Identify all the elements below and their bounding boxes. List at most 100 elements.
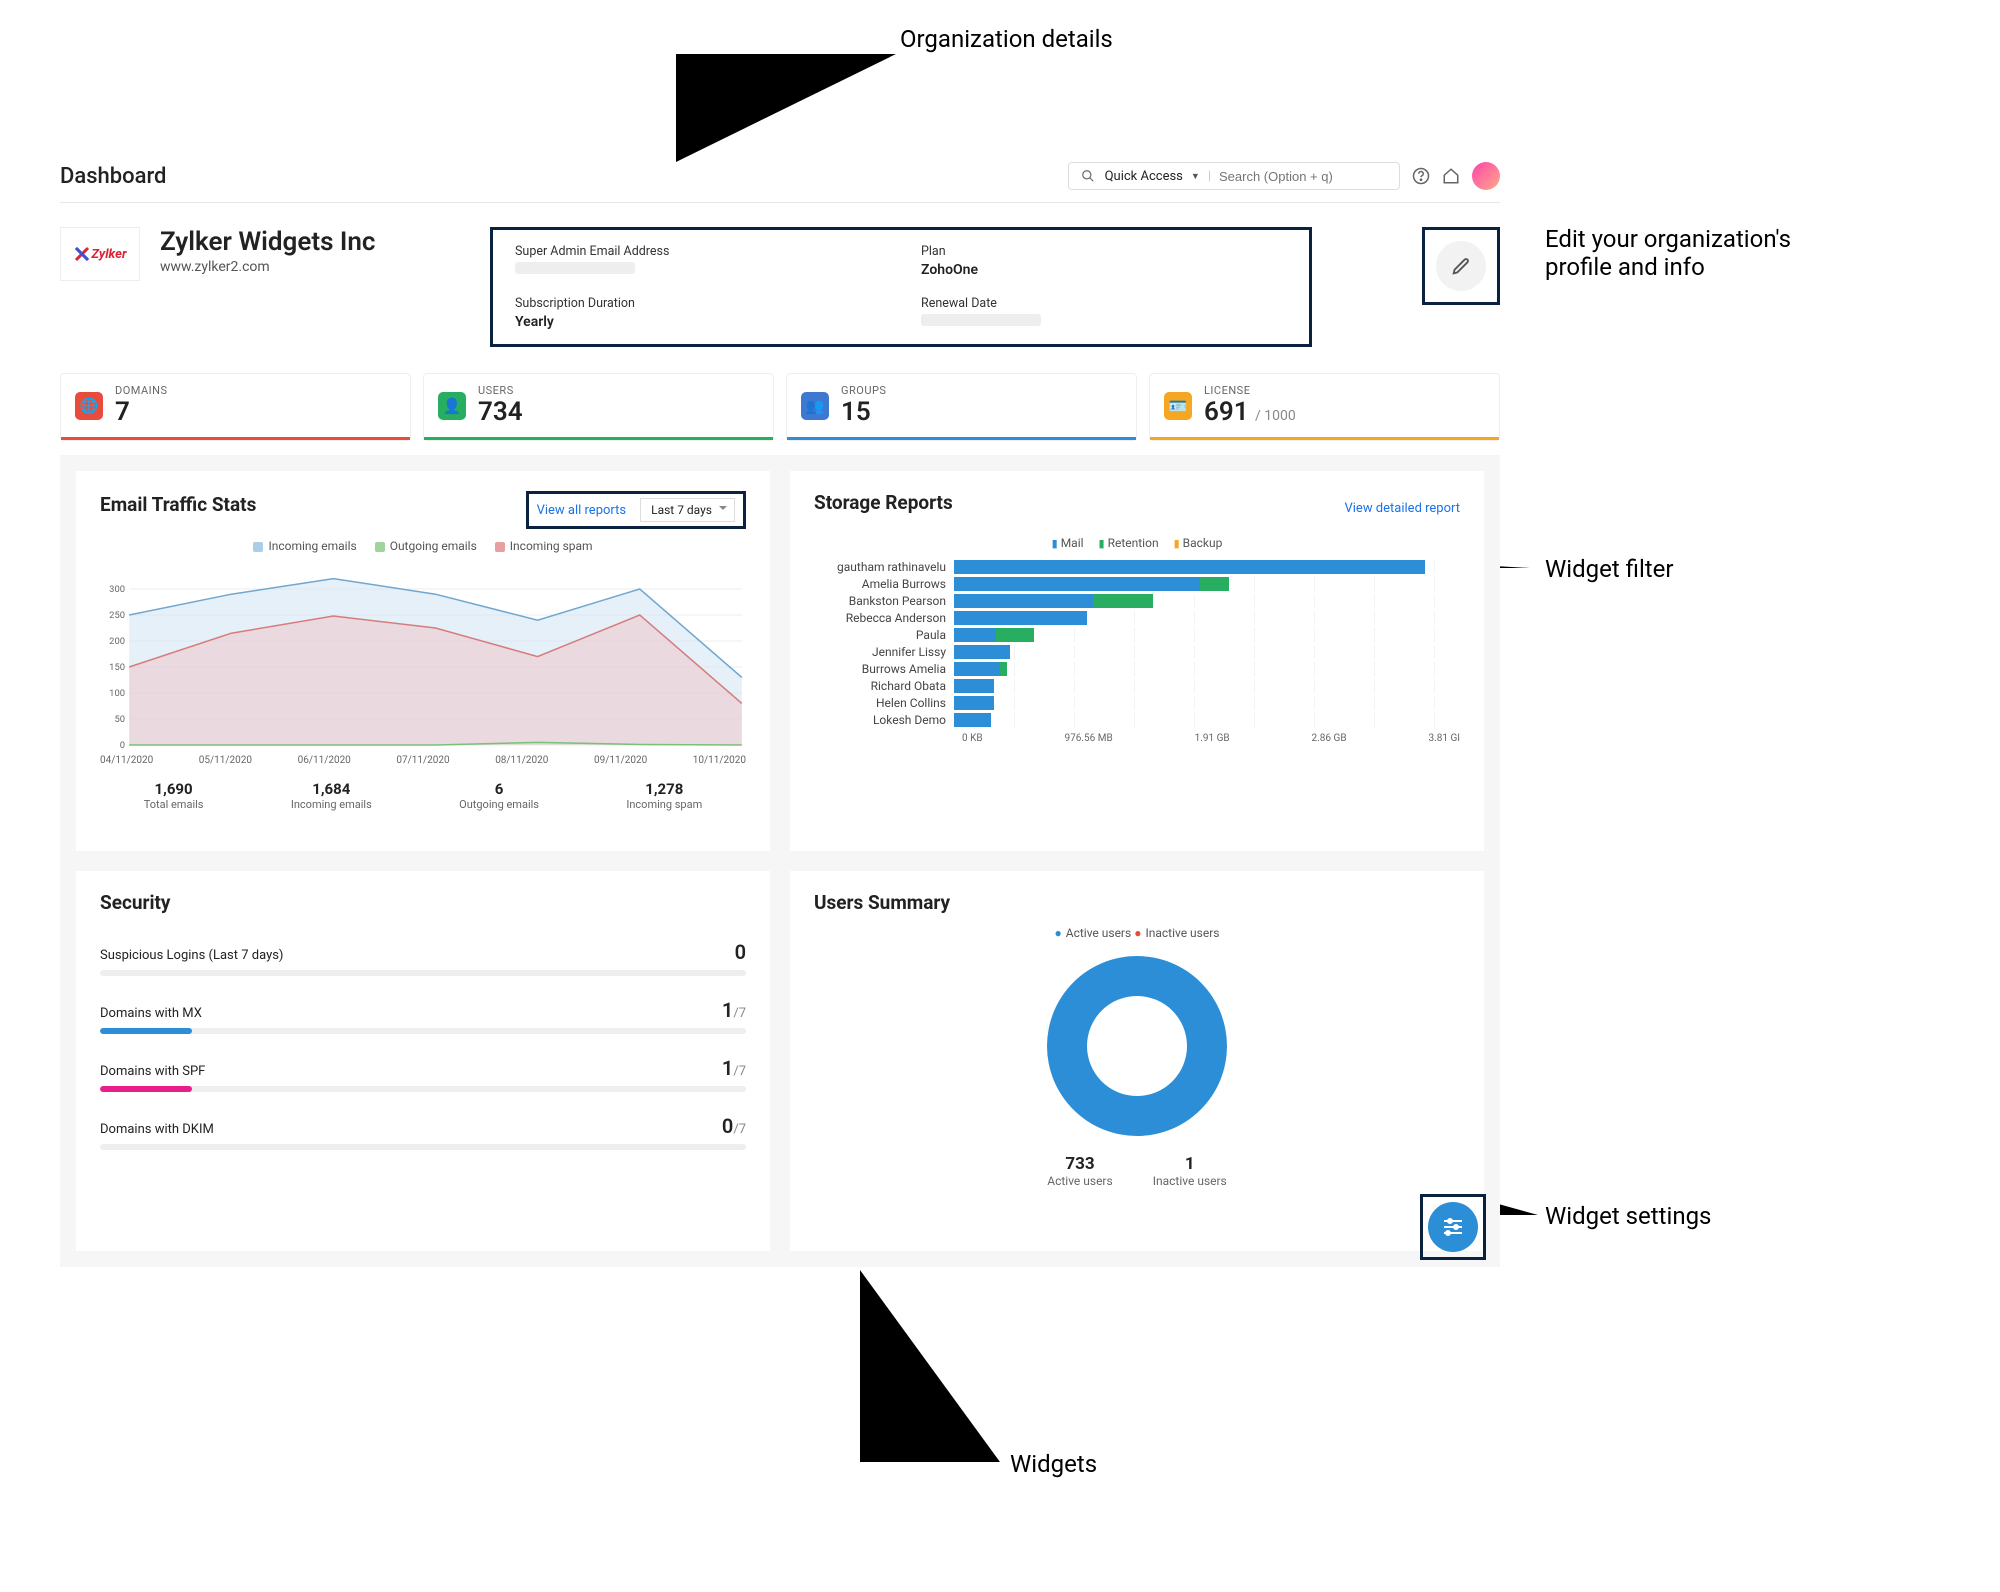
topbar: Dashboard Quick Access ▼ | <box>60 150 1500 203</box>
inactive-count: 1 <box>1153 1154 1227 1174</box>
svg-text:100: 100 <box>109 688 125 699</box>
edit-org-button[interactable] <box>1436 241 1486 291</box>
stat-label: LICENSE <box>1204 384 1296 397</box>
storage-user-name: Richard Obata <box>814 679 954 693</box>
spam-label: Incoming spam <box>626 798 702 811</box>
org-details-highlight: Super Admin Email Address Plan ZohoOne S… <box>490 227 1312 347</box>
stat-label: DOMAINS <box>115 384 168 397</box>
stat-value: 7 <box>115 397 168 427</box>
security-value: 0 <box>735 940 746 964</box>
total-emails-label: Total emails <box>144 798 204 811</box>
incoming-value: 1,684 <box>291 780 372 798</box>
license-icon: 🪪 <box>1164 392 1192 420</box>
storage-row: Bankston Pearson <box>814 594 1460 608</box>
widget-settings-highlight <box>1420 1194 1486 1260</box>
home-icon[interactable] <box>1442 167 1460 185</box>
storage-user-name: gautham rathinavelu <box>814 560 954 574</box>
legend-incoming: Incoming emails <box>253 539 356 553</box>
stat-domains[interactable]: 🌐 DOMAINS 7 <box>60 373 411 441</box>
incoming-label: Incoming emails <box>291 798 372 811</box>
stats-row: 🌐 DOMAINS 7 👤 USERS 734 👥 GROUPS 15 🪪 LI… <box>60 373 1500 441</box>
subscription-value: Yearly <box>515 314 881 330</box>
storage-row: gautham rathinavelu <box>814 560 1460 574</box>
svg-text:150: 150 <box>109 662 125 673</box>
security-row: Suspicious Logins (Last 7 days) 0 <box>100 940 746 976</box>
stat-groups[interactable]: 👥 GROUPS 15 <box>786 373 1137 441</box>
user-counts: 733Active users 1Inactive users <box>1047 1154 1227 1188</box>
super-admin-label: Super Admin Email Address <box>515 244 881 259</box>
avatar[interactable] <box>1472 162 1500 190</box>
topbar-right: Quick Access ▼ | <box>1068 162 1500 190</box>
annotation-widget-filter: Widget filter <box>1545 555 1674 583</box>
storage-row: Lokesh Demo <box>814 713 1460 727</box>
annotation-widget-settings: Widget settings <box>1545 1202 1711 1230</box>
help-icon[interactable] <box>1412 167 1430 185</box>
storage-user-name: Amelia Burrows <box>814 577 954 591</box>
org-name-block: Zylker Widgets Inc www.zylker2.com <box>160 227 440 275</box>
security-bar <box>100 970 746 976</box>
chevron-down-icon: ▼ <box>1191 171 1200 182</box>
security-label: Domains with MX <box>100 1006 202 1021</box>
security-row: Domains with MX 1/7 <box>100 998 746 1034</box>
storage-bars: gautham rathinavelu Amelia Burrows Banks… <box>814 560 1460 727</box>
storage-row: Paula <box>814 628 1460 642</box>
globe-icon: 🌐 <box>75 392 103 420</box>
widgets-grid: Email Traffic Stats View all reports Las… <box>60 455 1500 1267</box>
svg-text:50: 50 <box>114 714 125 725</box>
org-logo-text: Zylker <box>91 247 126 262</box>
users-summary-widget: Users Summary Active users Inactive user… <box>790 871 1484 1251</box>
page-title: Dashboard <box>60 164 166 189</box>
pencil-icon <box>1450 255 1472 277</box>
legend-backup: Backup <box>1174 536 1223 550</box>
security-bar <box>100 1086 746 1092</box>
view-detailed-report-link[interactable]: View detailed report <box>1344 501 1460 516</box>
storage-bar <box>954 577 1460 591</box>
traffic-legend: Incoming emails Outgoing emails Incoming… <box>100 539 746 553</box>
security-bar <box>100 1144 746 1150</box>
search-icon <box>1079 167 1097 185</box>
plan-label: Plan <box>921 244 1287 259</box>
email-traffic-widget: Email Traffic Stats View all reports Las… <box>76 471 770 851</box>
widget-settings-button[interactable] <box>1428 1202 1478 1252</box>
search-input[interactable] <box>1219 169 1389 184</box>
annotation-org-details: Organization details <box>900 25 1113 53</box>
legend-spam: Incoming spam <box>495 539 593 553</box>
quick-access[interactable]: Quick Access ▼ | <box>1068 162 1400 190</box>
outgoing-label: Outgoing emails <box>459 798 539 811</box>
stat-label: GROUPS <box>841 384 886 397</box>
security-label: Suspicious Logins (Last 7 days) <box>100 948 283 963</box>
security-value: 1/7 <box>722 1056 746 1080</box>
storage-bar <box>954 611 1460 625</box>
storage-user-name: Paula <box>814 628 954 642</box>
divider: | <box>1208 169 1211 184</box>
storage-row: Amelia Burrows <box>814 577 1460 591</box>
storage-row: Jennifer Lissy <box>814 645 1460 659</box>
security-row: Domains with SPF 1/7 <box>100 1056 746 1092</box>
stat-value: 15 <box>841 397 886 427</box>
date-range-select[interactable]: Last 7 days <box>640 498 735 522</box>
traffic-x-axis: 04/11/202005/11/202006/11/202007/11/2020… <box>100 755 746 766</box>
stat-license[interactable]: 🪪 LICENSE 691 / 1000 <box>1149 373 1500 441</box>
inactive-label: Inactive users <box>1153 1174 1227 1188</box>
storage-bar <box>954 560 1460 574</box>
annotation-edit: Edit your organization's profile and inf… <box>1545 225 1791 281</box>
storage-user-name: Jennifer Lissy <box>814 645 954 659</box>
security-label: Domains with DKIM <box>100 1122 214 1137</box>
stat-value: 691 / 1000 <box>1204 397 1296 427</box>
org-url: www.zylker2.com <box>160 259 440 275</box>
total-emails-value: 1,690 <box>144 780 204 798</box>
storage-row: Helen Collins <box>814 696 1460 710</box>
spam-value: 1,278 <box>626 780 702 798</box>
annotation-widgets: Widgets <box>1010 1450 1097 1478</box>
edit-org-highlight <box>1422 227 1500 305</box>
stat-users[interactable]: 👤 USERS 734 <box>423 373 774 441</box>
outgoing-value: 6 <box>459 780 539 798</box>
active-label: Active users <box>1047 1174 1112 1188</box>
org-logo: Zylker <box>60 227 140 281</box>
stat-label: USERS <box>478 384 523 397</box>
storage-user-name: Bankston Pearson <box>814 594 954 608</box>
org-header: Zylker Zylker Widgets Inc www.zylker2.co… <box>60 203 1500 365</box>
security-widget: Security Suspicious Logins (Last 7 days)… <box>76 871 770 1251</box>
stat-value: 734 <box>478 397 523 427</box>
view-all-reports-link[interactable]: View all reports <box>537 503 627 518</box>
